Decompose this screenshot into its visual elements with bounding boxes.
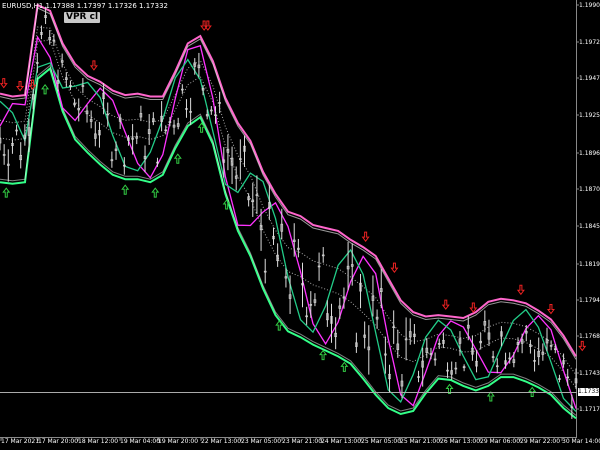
mid-dotted-line [0,39,577,388]
sell-arrow-icon [16,81,25,92]
buy-arrow-icon [151,187,160,198]
time-tick-label: 23 Mar 21:00 [282,438,323,445]
sell-arrow-icon [546,303,555,315]
price-tick-label: 1.19725 [579,39,600,46]
sell-arrow-icon [361,231,370,242]
price-tick-label: 1.19250 [579,112,600,119]
time-tick-label: 29 Mar 22:00 [520,438,561,445]
price-tick-label: 1.18705 [579,186,600,193]
price-tick-label: 1.17685 [579,333,600,340]
time-tick-label: 18 Mar 12:00 [78,438,119,445]
sell-arrow-icon [0,78,8,89]
time-tick-label: 25 Mar 05:00 [361,438,402,445]
fast-green-line [0,58,577,412]
price-tick-label: 1.17175 [579,406,600,413]
time-tick-label: 19 Mar 20:00 [158,438,199,445]
price-tick-label: 1.17940 [579,297,600,304]
upper-dotted-line [0,26,577,376]
buy-arrow-icon [2,187,11,198]
buy-arrow-icon [340,361,349,372]
time-tick-label: 22 Mar 13:00 [201,438,242,445]
lower-band-line [0,66,577,420]
time-tick-label: 29 Mar 06:00 [480,438,521,445]
buy-arrow-icon [319,349,328,361]
sell-arrow-icon [89,60,98,71]
time-tick-label: 23 Mar 05:00 [241,438,282,445]
price-chart-canvas[interactable] [0,0,600,450]
buy-arrow-icon [121,184,130,195]
time-tick-label: 19 Mar 04:00 [120,438,161,445]
time-tick-label: 24 Mar 13:00 [321,438,362,445]
buy-arrow-icon [41,83,50,95]
buy-arrow-icon [173,153,182,164]
price-tick-label: 1.18960 [579,150,600,157]
sell-arrow-icon [441,299,450,310]
sell-arrow-icon [390,262,399,273]
upper-band-line [0,3,577,357]
time-tick-label: 25 Mar 21:00 [400,438,441,445]
time-tick-label: 26 Mar 13:00 [440,438,481,445]
time-tick-label: 17 Mar 2021 [1,438,40,445]
price-tick-label: 1.17430 [579,370,600,377]
price-tick-label: 1.19900 [579,2,600,9]
time-tick-label: 17 Mar 20:00 [38,438,79,445]
chart-window[interactable]: EURUSD,H1 1.17388 1.17397 1.17326 1.1733… [0,0,600,450]
sell-arrow-icon [578,340,587,352]
sell-arrow-icon [469,302,478,313]
fast-magenta-line [0,35,577,409]
time-tick-label: 30 Mar 14:00 [562,438,600,445]
lower-band-inner-line [0,64,577,416]
price-tick-label: 1.19470 [579,75,600,82]
sell-arrow-icon [516,284,525,296]
price-tick-label: 1.18450 [579,223,600,230]
upper-band-inner-line [0,7,577,360]
buy-arrow-icon [486,391,495,402]
current-price-label: 1.17332 [578,388,600,396]
symbol-info-header: EURUSD,H1 1.17388 1.17397 1.17326 1.1733… [2,2,168,10]
indicator-badge[interactable]: VPR cl [64,12,101,23]
price-tick-label: 1.18195 [579,261,600,268]
